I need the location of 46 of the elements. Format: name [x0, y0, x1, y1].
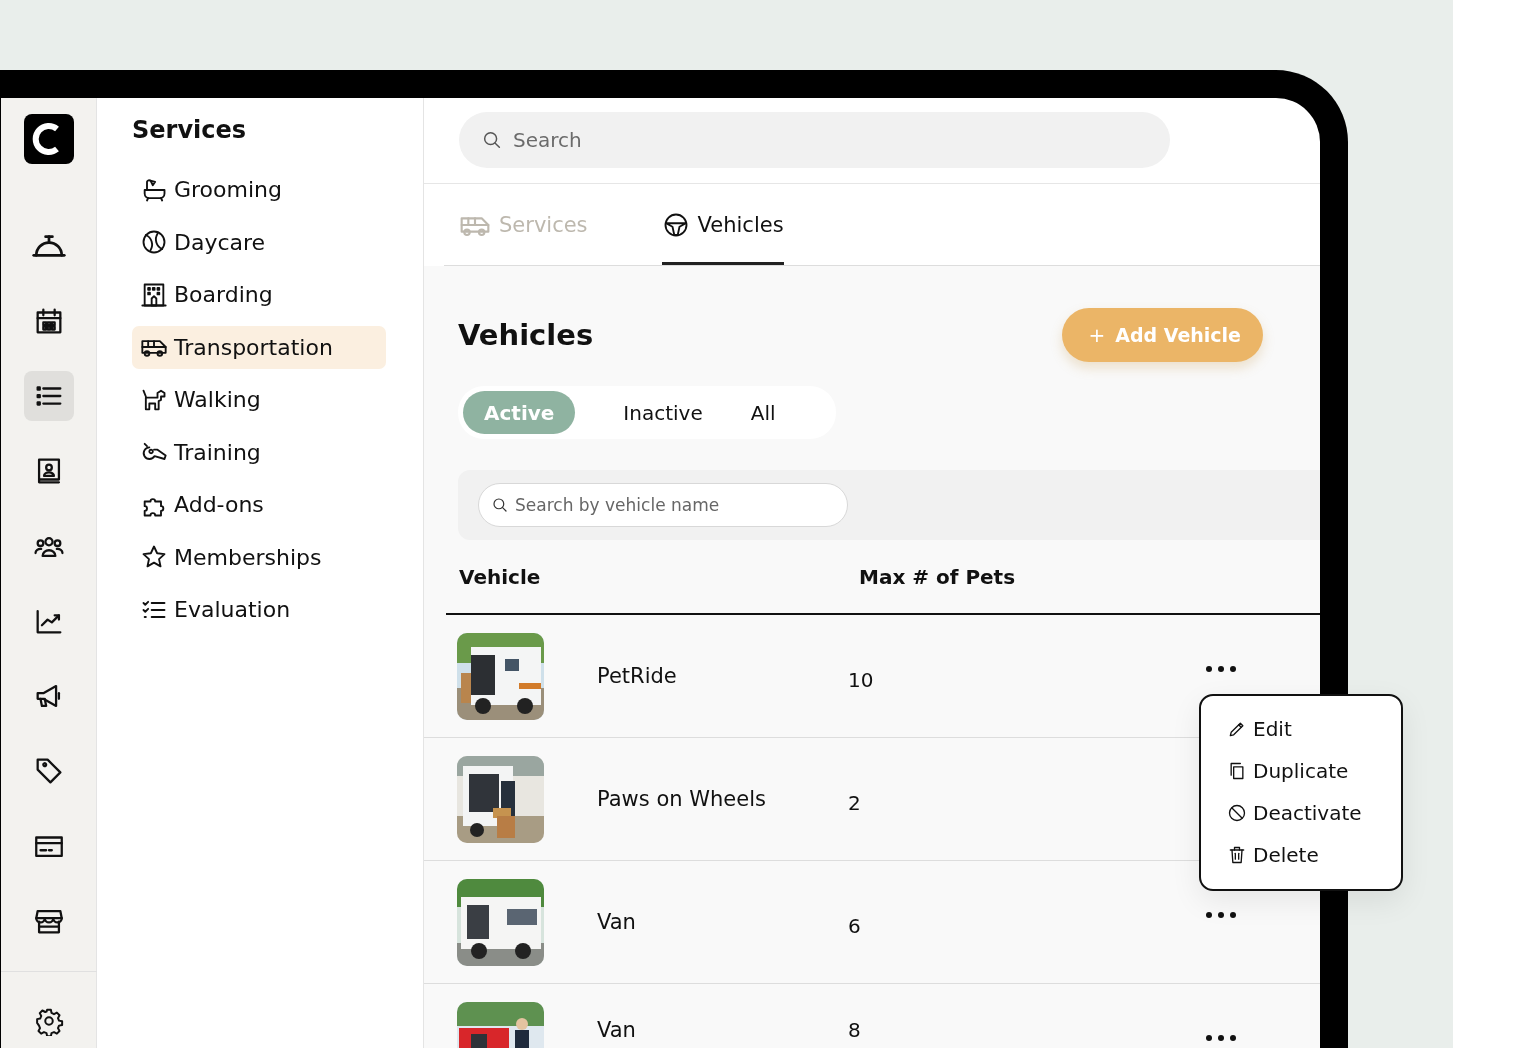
search-input[interactable]: Search	[511, 127, 1170, 153]
sidebar-item[interactable]: Add-ons	[132, 483, 386, 526]
column-header: Max # of Pets	[859, 564, 1016, 589]
max-pets: 10	[848, 667, 874, 692]
search-icon	[481, 129, 503, 151]
nav-button[interactable]	[23, 371, 74, 421]
vehicle-name: Van	[597, 910, 637, 934]
sidebar-item[interactable]: Memberships	[132, 535, 386, 579]
search-icon	[491, 496, 509, 514]
menu-item[interactable]: Edit	[1227, 708, 1401, 750]
menu-item[interactable]: Delete	[1227, 834, 1401, 876]
vehicle-search-field[interactable]: Search by vehicle name	[478, 483, 848, 527]
menu-item[interactable]: Duplicate	[1227, 750, 1401, 792]
max-pets: 8	[848, 1018, 861, 1042]
more-button[interactable]	[1203, 1032, 1239, 1044]
column-header: Vehicle	[459, 564, 542, 589]
more-icon	[1205, 1034, 1237, 1042]
more-icon	[1205, 665, 1237, 673]
sidebar-item[interactable]: Daycare	[132, 220, 386, 264]
vehicle-search-input[interactable]: Search by vehicle name	[513, 494, 847, 516]
prohibited-icon	[1227, 803, 1247, 823]
vehicle-name: Paws on Wheels	[597, 787, 767, 811]
app-logo	[23, 114, 74, 164]
filter-option[interactable]: All	[726, 391, 796, 434]
sidebar-item[interactable]: Training	[132, 430, 386, 474]
page-title: Vehicles	[458, 318, 594, 352]
more-button[interactable]	[1203, 663, 1239, 675]
more-icon	[1205, 911, 1237, 919]
bell-icon	[31, 233, 66, 259]
max-pets: 6	[848, 913, 861, 938]
sidebar-item[interactable]: Boarding	[132, 273, 386, 316]
search-field[interactable]: Search	[459, 112, 1170, 168]
filter-option[interactable]: Inactive	[575, 391, 727, 434]
vehicle-name: PetRide	[597, 664, 678, 688]
max-pets: 2	[848, 790, 861, 815]
trash-icon	[1227, 845, 1247, 865]
ball-icon	[140, 228, 168, 256]
menu-item[interactable]: Deactivate	[1227, 792, 1401, 834]
settings-icon	[33, 1006, 64, 1036]
sidebar-item[interactable]: Grooming	[132, 168, 386, 211]
more-button[interactable]	[1203, 909, 1239, 921]
sidebar-item[interactable]: Transportation	[132, 325, 386, 369]
sidebar-item[interactable]: Walking	[132, 378, 386, 421]
sidebar-title: Services	[132, 116, 248, 146]
vehicle-name: Van	[597, 1018, 637, 1042]
sidebar-item[interactable]: Evaluation	[132, 588, 386, 631]
